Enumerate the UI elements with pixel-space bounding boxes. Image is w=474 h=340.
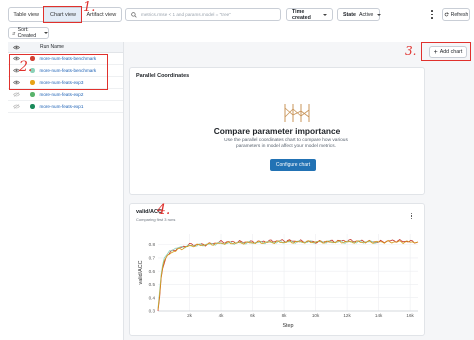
run-name-link[interactable]: more-num-feats-exp1 [40,104,84,109]
y-tick-label: 0.4 [149,295,156,300]
chevron-down-icon [44,32,48,34]
parallel-coordinates-illustration [284,104,310,122]
y-tick-label: 0.3 [149,309,156,314]
refresh-icon [444,12,449,17]
state-dropdown[interactable]: State Active [337,8,382,21]
runs-table-header: Run Name [8,42,123,53]
eye-hidden-icon[interactable] [8,92,24,97]
chevron-down-icon [323,13,327,16]
tab-table-view[interactable]: Table view [9,8,45,21]
run-row[interactable]: more-num-feats-exp2 [8,89,123,101]
x-tick-label: 12k [343,313,351,318]
search-icon [131,11,137,18]
run-color-dot [30,92,35,97]
visibility-toggle-all-icon[interactable] [8,45,24,50]
x-tick-label: 4k [219,313,225,318]
run-name-link[interactable]: more-num-feats-exp2 [40,92,84,97]
search-input[interactable]: metrics.rmse < 1 and params.model = "tre… [125,8,281,21]
y-tick-label: 0.5 [149,282,156,287]
annotation-4: 4. [157,202,171,218]
card-title: Parallel Coordinates [136,73,190,79]
configure-chart-button[interactable]: Configure chart [270,159,316,171]
time-created-dropdown[interactable]: Time created [286,8,333,21]
sort-dropdown[interactable]: Sort: Created [8,27,49,39]
valid-acc-line-chart: 2k 4k 6k 8k 10k 12k 14k 16k 0.3 0.4 0.5 0.6 0.7 0.8 St… [138,234,419,329]
eye-hidden-icon[interactable] [8,104,24,109]
chevron-down-icon [377,13,382,16]
series-line-2 [157,239,419,310]
x-axis-label: Step [282,323,293,329]
x-tick-label: 2k [187,313,193,318]
y-tick-label: 0.7 [149,255,156,260]
x-tick-label: 16k [406,313,414,318]
y-axis-label: valid/ACC [138,260,144,284]
annotation-box-chart-view [43,6,82,23]
valid-acc-chart-card: valid/ACC Comparing first 3 runs 2k 4k 6k 8… [129,203,425,336]
run-row[interactable]: more-num-feats-exp1 [8,101,123,113]
search-placeholder: metrics.rmse < 1 and params.model = "tre… [141,12,231,17]
refresh-button[interactable]: Refresh [442,8,470,21]
series-line-0 [157,238,419,312]
annotation-1: 1. [83,0,96,15]
y-tick-label: 0.6 [149,269,156,274]
annotation-3: 3. [405,44,417,58]
annotation-box-add-chart [421,42,471,61]
x-tick-label: 8k [282,313,288,318]
x-tick-label: 10k [312,313,320,318]
run-name-column-header: Run Name [40,44,64,50]
x-tick-label: 6k [250,313,256,318]
parallel-coordinates-card: Parallel Coordinates Compare parameter i… [129,67,425,195]
run-color-dot [30,104,35,109]
series-line-1 [157,240,379,309]
x-tick-label: 14k [375,313,383,318]
sort-icon [12,31,16,35]
annotation-2: 2. [19,59,33,75]
more-options-icon[interactable] [429,9,435,20]
y-tick-label: 0.8 [149,242,156,247]
compare-heading: Compare parameter importance [213,126,341,136]
compare-description: Use the parallel coordinates chart to co… [224,138,348,150]
